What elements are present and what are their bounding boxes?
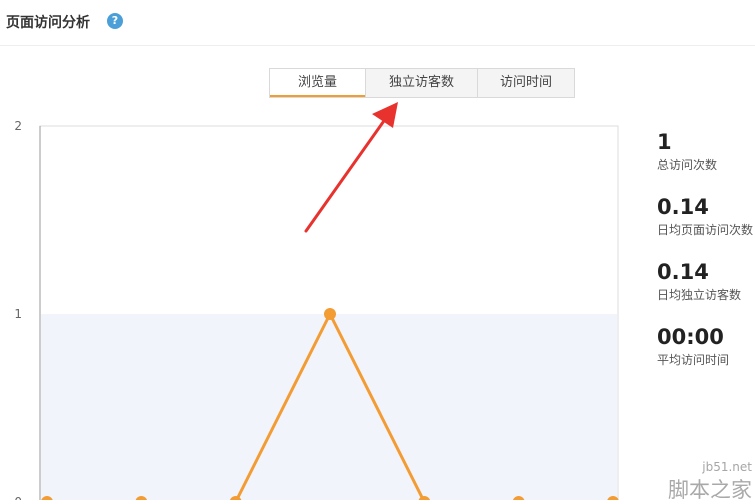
header: 页面访问分析 ? bbox=[0, 0, 755, 46]
stat-value: 0.14 bbox=[657, 260, 709, 284]
tab-visit-time[interactable]: 访问时间 bbox=[477, 69, 574, 97]
y-tick-label: 2 bbox=[14, 119, 22, 133]
y-tick-label: 0 bbox=[14, 495, 22, 500]
y-tick-labels: 0 1 2 bbox=[14, 119, 22, 500]
page-title: 页面访问分析 bbox=[6, 15, 90, 31]
stat-label: 总访问次数 bbox=[657, 158, 718, 172]
arrow-head bbox=[372, 102, 398, 128]
stat-label: 日均页面访问次数 bbox=[657, 223, 754, 237]
stat-daily-pageviews: 0.14 日均页面访问次数 bbox=[657, 193, 755, 258]
watermark-url: jb51.net bbox=[702, 460, 752, 474]
metric-tabs: 浏览量 独立访客数 访问时间 bbox=[269, 68, 575, 98]
help-icon[interactable]: ? bbox=[107, 13, 123, 29]
stat-value: 1 bbox=[657, 130, 672, 154]
stat-total-visits: 1 总访问次数 bbox=[657, 128, 755, 193]
arrow-shaft bbox=[304, 116, 388, 233]
plot-band bbox=[41, 314, 617, 500]
stat-daily-unique-visitors: 0.14 日均独立访客数 bbox=[657, 258, 755, 323]
data-point[interactable] bbox=[323, 308, 336, 320]
stat-value: 0.14 bbox=[657, 195, 709, 219]
stat-value: 00:00 bbox=[657, 325, 724, 349]
tab-unique-visitors[interactable]: 独立访客数 bbox=[365, 69, 477, 97]
tab-pageviews[interactable]: 浏览量 bbox=[270, 69, 365, 97]
stats-panel: 1 总访问次数 0.14 日均页面访问次数 0.14 日均独立访客数 00:00… bbox=[657, 128, 755, 388]
watermark: jb51.net 脚本之家 bbox=[615, 448, 755, 502]
stat-label: 日均独立访客数 bbox=[657, 288, 742, 302]
red-arrow-icon bbox=[304, 102, 398, 233]
y-tick-label: 1 bbox=[14, 307, 22, 321]
stat-label: 平均访问时间 bbox=[657, 353, 730, 367]
stat-avg-visit-time: 00:00 平均访问时间 bbox=[657, 323, 755, 388]
